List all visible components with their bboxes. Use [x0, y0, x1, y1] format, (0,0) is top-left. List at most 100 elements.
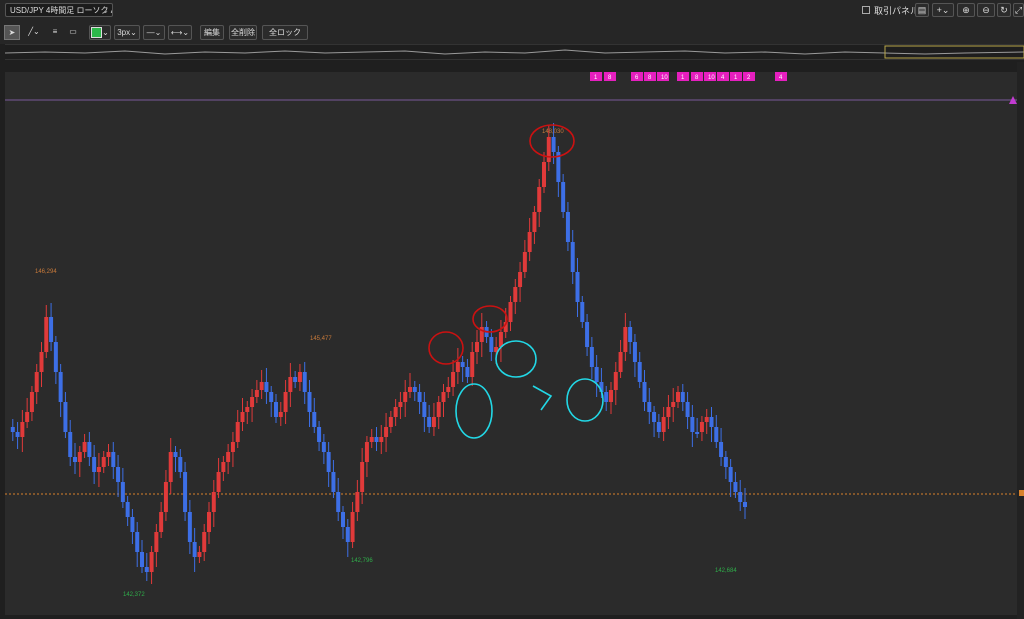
price-line-handle[interactable] [1019, 490, 1024, 496]
color-swatch [91, 27, 103, 39]
candle-body [685, 402, 690, 417]
candle-body [269, 392, 274, 402]
symbol-label: USD/JPY 4時間足 ローソク ASK [10, 6, 112, 15]
candle-body [101, 457, 106, 467]
cursor-icon[interactable]: ➤ [4, 25, 20, 40]
edit-button[interactable]: 編集 [200, 25, 224, 40]
candle-body [388, 417, 393, 427]
candle-body [527, 232, 532, 252]
candle-body [68, 432, 73, 457]
line-style-select[interactable]: ―⌄ [143, 25, 165, 40]
candle-body [293, 377, 298, 382]
candle-body [58, 372, 63, 402]
chart-settings-icon[interactable]: ▤ [915, 3, 929, 17]
line-width-select[interactable]: 3px⌄ [114, 25, 140, 40]
candle-body [125, 502, 130, 517]
zoom-in-icon[interactable]: ⊕ [957, 3, 975, 17]
candle-body [230, 442, 235, 452]
candle-body [470, 352, 475, 377]
refresh-icon[interactable]: ↻ [997, 3, 1011, 17]
candle-body [446, 387, 451, 392]
red-circle-mid [472, 305, 508, 333]
line-color-select[interactable]: ⌄ [89, 25, 111, 40]
candle-body [34, 372, 39, 392]
event-marker-label: 10 [661, 75, 668, 81]
candle-body [570, 242, 575, 272]
candle-body [532, 212, 537, 232]
candle-body [618, 352, 623, 372]
candle-body [317, 427, 322, 442]
candle-body [637, 362, 642, 382]
candle-body [465, 367, 470, 377]
candle-body [345, 527, 350, 542]
expand-icon[interactable]: ⤢ [1013, 3, 1024, 17]
delete-all-button[interactable]: 全削除 [229, 25, 257, 40]
cyan-circle-mid [495, 340, 537, 378]
candle-body [350, 512, 355, 542]
candle-body [44, 317, 49, 352]
candle-body [297, 372, 302, 382]
candle-body [489, 337, 494, 352]
candle-body [475, 342, 479, 352]
candle-body [422, 402, 427, 417]
candle-body [623, 327, 628, 352]
lock-all-button[interactable]: 全ロック [262, 25, 308, 40]
line-tool-icon[interactable]: ╱⌄ [24, 25, 44, 40]
candle-body [73, 457, 77, 462]
candle-body [144, 567, 149, 572]
candle-body [211, 492, 216, 512]
candle-body [226, 452, 231, 462]
candle-body [240, 412, 245, 422]
candle-body [723, 457, 728, 467]
candle-body [92, 457, 97, 472]
candle-body [604, 392, 609, 402]
symbol-select[interactable]: USD/JPY 4時間足 ローソク ASK ⌄ [5, 3, 113, 17]
candle-body [29, 392, 34, 412]
candle-body [671, 402, 676, 407]
candle-body [551, 137, 556, 152]
candle-body [412, 387, 417, 392]
candle-body [178, 457, 183, 472]
candle-body [609, 390, 613, 402]
navigator-line [5, 49, 1024, 55]
candle-body [652, 412, 657, 422]
candle-body [250, 397, 255, 407]
candle-body [743, 502, 747, 507]
candle-body [130, 517, 135, 532]
event-marker-label: 10 [708, 75, 715, 81]
candle-body [63, 402, 68, 432]
candle-body [207, 512, 211, 532]
candle-body [408, 387, 412, 392]
trade-panel-checkbox[interactable] [862, 6, 870, 14]
crosshair-icon[interactable]: +⌄ [932, 3, 954, 17]
candle-body [460, 362, 465, 367]
candle-body [699, 422, 704, 432]
candle-body [15, 432, 20, 437]
zoom-out-icon[interactable]: ⊖ [977, 3, 995, 17]
parallel-lines-icon[interactable]: ≡ [47, 25, 63, 40]
candle-body [355, 492, 360, 512]
candle-body [403, 392, 408, 402]
candle-body [632, 342, 637, 362]
cyan-circle-right [566, 378, 604, 422]
price-axis-strip[interactable] [1017, 62, 1024, 619]
candle-body [149, 552, 154, 572]
candle-body [719, 442, 724, 457]
candle-body [676, 392, 680, 402]
candle-body [661, 417, 666, 432]
candle-body [49, 317, 54, 342]
line-end-select[interactable]: ⟷⌄ [168, 25, 192, 40]
line-width-label: 3px [117, 28, 131, 37]
candle-body [221, 462, 226, 472]
candle-body [53, 342, 58, 372]
candle-body [20, 422, 25, 437]
rectangle-icon[interactable]: ▭ [66, 25, 80, 40]
candle-body [312, 412, 317, 427]
chart-navigator[interactable] [5, 44, 1024, 60]
candlestick-chart[interactable]: 1 8 6 8 10 1 8 10 4 1 2 4 148,030 146,294 145,477 1… [5, 72, 1017, 615]
candle-body [589, 347, 594, 367]
candle-body [537, 187, 542, 212]
candle-body [163, 482, 168, 512]
candle-body [82, 442, 87, 452]
candles [10, 123, 747, 584]
